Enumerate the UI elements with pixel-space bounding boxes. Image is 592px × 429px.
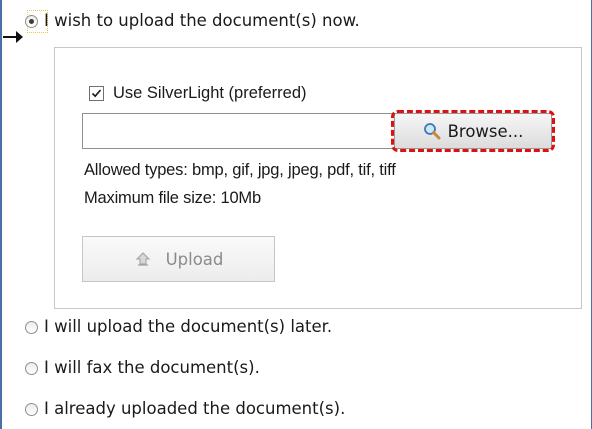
option-upload-later[interactable]: I will upload the document(s) later. — [25, 317, 332, 337]
option-fax[interactable]: I will fax the document(s). — [25, 358, 260, 378]
file-path-field[interactable] — [82, 113, 395, 149]
silverlight-label: Use SilverLight (preferred) — [113, 84, 307, 102]
upload-button[interactable]: Upload — [82, 236, 275, 282]
frame-left-border — [0, 0, 2, 429]
radio-upload-now[interactable] — [25, 14, 38, 28]
upload-icon — [135, 252, 150, 266]
option-upload-now[interactable]: I wish to upload the document(s) now. — [25, 11, 360, 31]
radio-fax[interactable] — [25, 361, 38, 375]
radio-already-uploaded[interactable] — [25, 402, 38, 416]
silverlight-option[interactable]: Use SilverLight (preferred) — [89, 84, 307, 103]
browse-button-label: Browse... — [447, 121, 524, 141]
option-already-uploaded[interactable]: I already uploaded the document(s). — [25, 399, 345, 419]
browse-button[interactable]: Browse... — [394, 113, 552, 149]
checkmark-icon — [91, 89, 102, 98]
magnifier-icon — [423, 123, 441, 140]
max-file-size-text: Maximum file size: 10Mb — [84, 189, 261, 207]
allowed-types-text: Allowed types: bmp, gif, jpg, jpeg, pdf,… — [84, 161, 396, 179]
option-upload-later-label: I will upload the document(s) later. — [44, 317, 333, 336]
option-already-uploaded-label: I already uploaded the document(s). — [44, 399, 346, 418]
option-upload-now-label: I wish to upload the document(s) now. — [44, 11, 360, 30]
option-fax-label: I will fax the document(s). — [44, 358, 260, 377]
arrow-pointer-icon — [3, 31, 23, 43]
upload-button-label: Upload — [165, 249, 224, 269]
radio-upload-later[interactable] — [25, 320, 38, 334]
silverlight-checkbox[interactable] — [89, 86, 104, 101]
